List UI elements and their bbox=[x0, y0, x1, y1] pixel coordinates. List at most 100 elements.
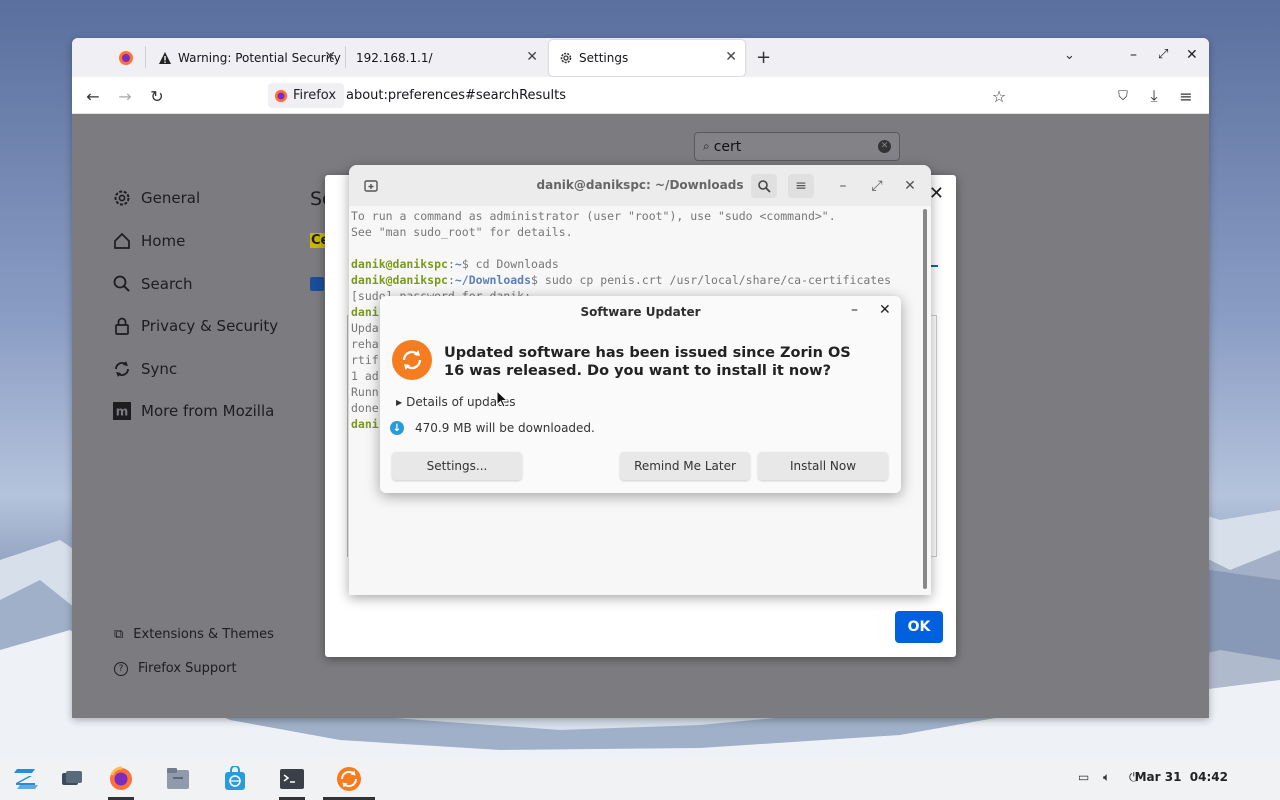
category-home[interactable]: Home bbox=[112, 231, 185, 251]
close-tab-icon[interactable]: ✕ bbox=[526, 49, 538, 65]
display-icon[interactable]: ▭ bbox=[1078, 770, 1089, 784]
updater-message: Updated software has been issued since Z… bbox=[444, 345, 851, 379]
software-updater-dialog: Software Updater – ✕ Updated software ha… bbox=[380, 296, 901, 493]
menu-icon[interactable]: ≡ bbox=[1173, 83, 1199, 109]
close-tab-icon[interactable]: ✕ bbox=[324, 49, 336, 65]
minimize-icon[interactable]: – bbox=[830, 174, 856, 198]
help-icon: ? bbox=[114, 661, 128, 676]
volume-icon[interactable]: 🔈︎ bbox=[1103, 770, 1110, 785]
terminal-line: See "man sudo_root" for details. bbox=[351, 225, 573, 239]
tab-pinned-firefox[interactable] bbox=[108, 40, 146, 76]
puzzle-icon: ⧉ bbox=[114, 627, 124, 642]
tab-security-warning[interactable]: Warning: Potential Security ✕ bbox=[148, 40, 344, 76]
mouse-cursor-icon bbox=[496, 390, 508, 408]
clock-date: Mar 31 bbox=[1134, 770, 1182, 784]
category-label: Privacy & Security bbox=[141, 317, 279, 335]
triangle-right-icon: ▶ bbox=[396, 397, 403, 407]
tab-label: 192.168.1.1/ bbox=[356, 51, 433, 65]
footer-label: Extensions & Themes bbox=[133, 627, 274, 642]
forward-icon[interactable]: → bbox=[112, 83, 138, 109]
taskbar: ▭ 🔈︎ ⏻ Mar 31 04:42 bbox=[0, 758, 1280, 800]
url-input[interactable]: about:preferences#searchResults bbox=[346, 88, 566, 103]
terminal-command: $ sudo cp penis.crt /usr/local/share/ca-… bbox=[531, 273, 892, 287]
category-label: Search bbox=[141, 275, 193, 293]
terminal-line: rtif bbox=[351, 353, 379, 367]
prompt-user: danik@danikspc bbox=[351, 273, 448, 287]
updater-title: Software Updater bbox=[580, 305, 701, 319]
checkbox[interactable] bbox=[310, 277, 324, 291]
settings-button[interactable]: Settings... bbox=[392, 452, 522, 480]
zorin-menu-icon[interactable] bbox=[10, 763, 42, 795]
category-privacy-security[interactable]: Privacy & Security bbox=[112, 316, 278, 336]
clock[interactable]: Mar 31 04:42 bbox=[1135, 770, 1228, 784]
download-info: ↓ 470.9 MB will be downloaded. bbox=[390, 421, 595, 435]
pocket-icon[interactable]: ⛉ bbox=[1110, 83, 1136, 109]
minimize-icon[interactable]: – bbox=[851, 302, 858, 318]
terminal-icon[interactable] bbox=[276, 763, 308, 795]
ok-button[interactable]: OK bbox=[895, 611, 943, 643]
tab-settings[interactable]: Settings ✕ bbox=[549, 40, 745, 76]
firefox-icon[interactable] bbox=[105, 763, 137, 795]
maximize-icon[interactable]: ⤢ bbox=[1158, 47, 1168, 62]
category-general[interactable]: General bbox=[112, 188, 200, 208]
category-sync[interactable]: Sync bbox=[112, 359, 177, 379]
search-icon bbox=[113, 275, 130, 292]
bookmark-star-icon[interactable]: ☆ bbox=[986, 83, 1012, 109]
software-updater-taskbar-icon[interactable] bbox=[333, 763, 365, 795]
category-label: Sync bbox=[141, 360, 178, 378]
maximize-icon[interactable]: ⤢ bbox=[864, 174, 890, 198]
new-tab-icon[interactable]: + bbox=[756, 47, 771, 68]
minimize-icon[interactable]: – bbox=[1130, 47, 1137, 63]
prompt-path: ~ bbox=[454, 257, 462, 271]
terminal-line: Runn bbox=[351, 385, 379, 399]
search-icon[interactable] bbox=[751, 174, 777, 198]
prompt-path: ~/Downloads bbox=[454, 273, 532, 287]
download-info-text: 470.9 MB will be downloaded. bbox=[415, 421, 595, 435]
close-window-icon[interactable]: ✕ bbox=[1186, 47, 1198, 63]
preferences-search-input[interactable]: ⌕ cert ✕ bbox=[694, 132, 900, 161]
gear-icon bbox=[560, 52, 572, 64]
category-more-from-mozilla[interactable]: m More from Mozilla bbox=[112, 401, 274, 421]
software-updater-icon bbox=[392, 340, 432, 380]
tab-label: Settings bbox=[579, 51, 629, 65]
terminal-scrollbar[interactable] bbox=[923, 209, 927, 589]
terminal-line: dani bbox=[351, 305, 379, 319]
terminal-line: To run a command as administrator (user … bbox=[351, 209, 836, 223]
terminal-line: done bbox=[351, 401, 379, 415]
footer-label: Firefox Support bbox=[138, 661, 237, 676]
terminal-line: reha bbox=[351, 337, 379, 351]
hamburger-menu-icon[interactable]: ≡ bbox=[788, 174, 814, 198]
sync-icon bbox=[115, 361, 129, 377]
files-icon[interactable] bbox=[162, 763, 194, 795]
prompt-user: danik@danikspc bbox=[351, 257, 448, 271]
mozilla-icon: m bbox=[113, 402, 131, 420]
extensions-themes-link[interactable]: ⧉ Extensions & Themes bbox=[114, 627, 274, 642]
firefox-support-link[interactable]: ? Firefox Support bbox=[114, 661, 237, 676]
download-icon[interactable]: ⤓ bbox=[1141, 83, 1167, 109]
identity-box[interactable]: Firefox bbox=[268, 83, 345, 108]
download-info-icon: ↓ bbox=[390, 421, 404, 435]
terminal-command: $ cd Downloads bbox=[461, 257, 559, 271]
install-now-button[interactable]: Install Now bbox=[758, 452, 888, 480]
close-window-icon[interactable]: ✕ bbox=[897, 174, 923, 198]
reload-icon[interactable]: ↻ bbox=[144, 83, 170, 109]
chevron-down-icon[interactable]: ⌄ bbox=[1064, 48, 1075, 63]
close-icon[interactable]: ✕ bbox=[879, 302, 891, 318]
remind-me-later-button[interactable]: Remind Me Later bbox=[620, 452, 750, 480]
navigation-bar: ← → ↻ Firefox about:preferences#searchRe… bbox=[72, 77, 1209, 114]
gear-icon bbox=[114, 190, 130, 206]
close-tab-icon[interactable]: ✕ bbox=[725, 49, 737, 65]
firefox-icon bbox=[274, 89, 288, 102]
terminal-header: danik@danikspc: ~/Downloads ≡ – ⤢ ✕ bbox=[349, 165, 931, 206]
tab-router[interactable]: 192.168.1.1/ ✕ bbox=[346, 40, 546, 76]
category-label: General bbox=[141, 189, 201, 207]
workspaces-icon[interactable] bbox=[56, 763, 88, 795]
lock-icon bbox=[115, 317, 129, 335]
clear-search-icon[interactable]: ✕ bbox=[878, 140, 891, 153]
category-search[interactable]: Search bbox=[112, 274, 193, 294]
search-value: cert bbox=[713, 138, 742, 155]
back-icon[interactable]: ← bbox=[80, 83, 106, 109]
close-dialog-icon[interactable]: ✕ bbox=[929, 183, 944, 204]
terminal-line: dani bbox=[351, 417, 379, 431]
software-store-icon[interactable] bbox=[219, 763, 251, 795]
